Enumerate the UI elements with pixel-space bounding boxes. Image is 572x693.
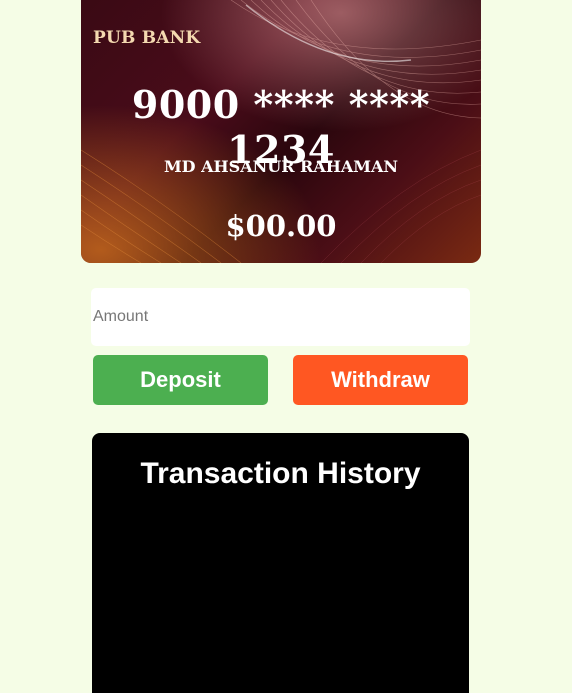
- bank-name: PUB BANK: [93, 28, 201, 48]
- transaction-history-title: Transaction History: [140, 457, 421, 490]
- amount-input[interactable]: [91, 288, 470, 346]
- transaction-history-panel: Transaction History: [92, 433, 469, 693]
- withdraw-button[interactable]: Withdraw: [293, 355, 468, 405]
- card-holder-name: MD AHSANUR RAHAMAN: [163, 157, 399, 176]
- deposit-button[interactable]: Deposit: [93, 355, 268, 405]
- card-balance: $00.00: [225, 209, 337, 243]
- bank-card: PUB BANK 9000 **** **** 1234 MD AHSANUR …: [81, 0, 481, 263]
